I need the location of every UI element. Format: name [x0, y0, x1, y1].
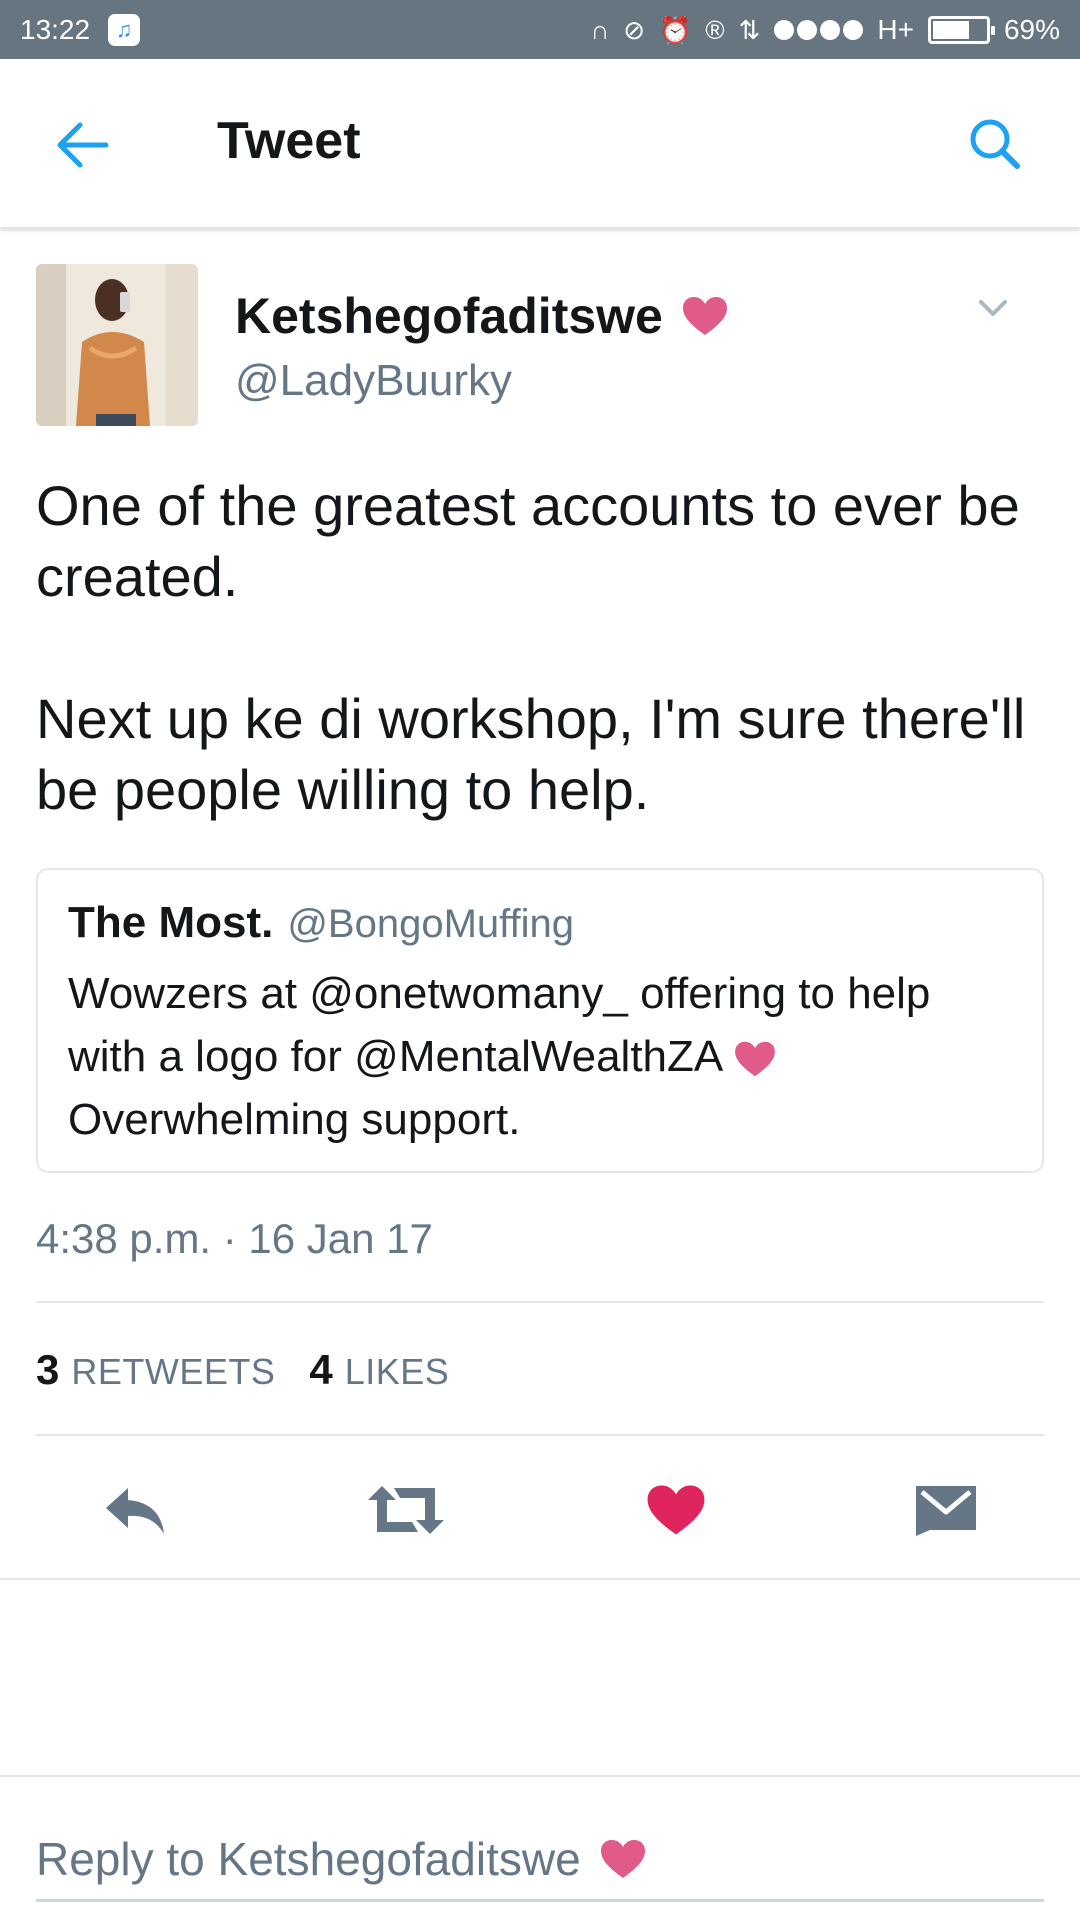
divider — [36, 1434, 1044, 1436]
retweets-label: RETWEETS — [71, 1351, 276, 1392]
author-handle[interactable]: @LadyBuurky — [235, 356, 512, 406]
battery-percent: 69% — [1003, 13, 1060, 45]
tweet-options-button[interactable] — [975, 290, 1011, 326]
retweet-icon — [368, 1486, 444, 1534]
data-transfer-icon: ⇅ — [738, 14, 761, 45]
reply-placeholder: Reply to Ketshegofaditswe — [36, 1832, 581, 1885]
direct-message-icon — [916, 1486, 976, 1536]
status-icons: ∩ ⊘ ⏰ ® ⇅ H+ 69% — [591, 14, 1060, 46]
author-display-name[interactable]: Ketshegofaditswe — [235, 287, 729, 345]
page-title: Tweet — [217, 112, 361, 170]
quoted-tweet-text: Wowzers at @onetwomany_ offering to help… — [68, 962, 1018, 1151]
retweet-button[interactable] — [361, 1465, 451, 1555]
tweet-timestamp: 4:38 p.m. · 16 Jan 17 — [36, 1215, 433, 1262]
quoted-author-name: The Most. — [68, 898, 274, 947]
heart-emoji-icon — [735, 1042, 775, 1077]
music-notification-icon: ♫ — [108, 13, 141, 46]
headphones-icon: ∩ — [590, 14, 610, 45]
retweets-stat[interactable]: 3 RETWEETS — [36, 1346, 275, 1394]
status-bar: 13:22 ♫ ∩ ⊘ ⏰ ® ⇅ H+ 69% — [0, 0, 1080, 59]
vibrate-off-icon: ⊘ — [623, 14, 646, 45]
reply-button[interactable] — [90, 1465, 180, 1555]
tweet-paragraph: One of the greatest accounts to ever be … — [36, 474, 1020, 608]
heart-emoji-icon — [600, 1839, 645, 1878]
tweet-text: One of the greatest accounts to ever be … — [36, 470, 1036, 825]
quoted-text-end: Overwhelming support. — [68, 1095, 521, 1144]
quoted-tweet[interactable]: The Most. @BongoMuffing Wowzers at @onet… — [36, 868, 1044, 1173]
tweet-actions — [0, 1465, 1080, 1555]
quoted-text-main: Wowzers at @onetwomany_ offering to help… — [68, 969, 931, 1081]
likes-label: LIKES — [344, 1351, 450, 1392]
alarm-icon: ⏰ — [659, 14, 692, 45]
quoted-author-handle: @BongoMuffing — [287, 902, 575, 946]
search-icon — [970, 119, 1020, 169]
signal-strength-icon — [774, 19, 864, 40]
back-arrow-icon — [57, 122, 109, 168]
likes-count: 4 — [309, 1346, 333, 1393]
search-button[interactable] — [965, 114, 1025, 174]
registered-icon: ® — [705, 14, 725, 45]
battery-icon — [927, 15, 995, 44]
direct-message-button[interactable] — [901, 1465, 991, 1555]
chevron-down-icon — [979, 300, 1007, 316]
reply-icon — [106, 1488, 164, 1534]
divider — [0, 1775, 1080, 1777]
heart-emoji-icon — [682, 297, 727, 335]
divider — [0, 1578, 1080, 1580]
author-avatar[interactable] — [36, 264, 198, 426]
tweet-stats: 3 RETWEETS 4 LIKES — [36, 1346, 449, 1394]
heart-icon — [647, 1485, 705, 1535]
status-time: 13:22 — [20, 13, 91, 45]
reply-input[interactable]: Reply to Ketshegofaditswe — [36, 1818, 1044, 1902]
back-button[interactable] — [52, 117, 112, 173]
tweet-paragraph: Next up ke di workshop, I'm sure there'l… — [36, 687, 1026, 821]
retweets-count: 3 — [36, 1346, 60, 1393]
like-button[interactable] — [631, 1465, 721, 1555]
avatar-photo — [36, 264, 198, 426]
likes-stat[interactable]: 4 LIKES — [309, 1346, 449, 1394]
quoted-tweet-header: The Most. @BongoMuffing — [68, 898, 574, 948]
app-header: Tweet — [0, 59, 1080, 229]
author-name-text: Ketshegofaditswe — [235, 288, 663, 344]
network-type: H+ — [877, 13, 914, 45]
divider — [36, 1301, 1044, 1303]
